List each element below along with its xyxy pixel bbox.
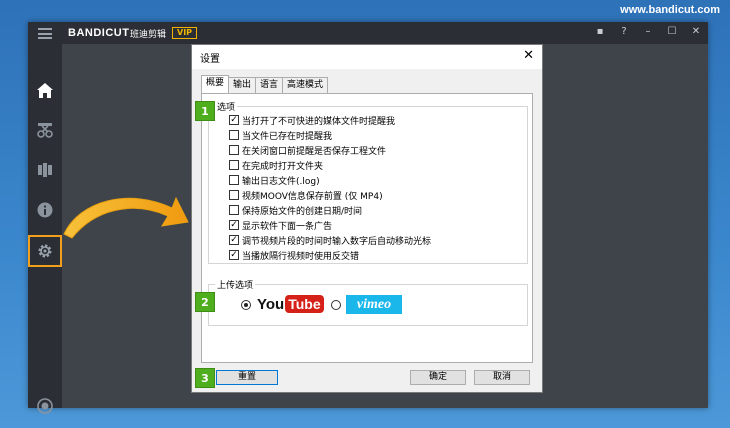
site-url: www.bandicut.com <box>620 4 720 16</box>
option-warn-save-project[interactable]: 在关闭窗口前提醒是否保存工程文件 <box>229 143 386 157</box>
step-badge-3: 3 <box>195 368 215 388</box>
option-warn-file-exists[interactable]: 当文件已存在时提醒我 <box>229 128 332 142</box>
folder-icon[interactable]: ▪ <box>594 26 606 38</box>
checkbox[interactable] <box>229 130 239 140</box>
window-controls: ▪ ? – ☐ ✕ <box>594 26 702 38</box>
app-logo: BANDICUT <box>68 27 130 39</box>
option-label: 在关闭窗口前提醒是否保存工程文件 <box>242 146 387 157</box>
title-bar: BANDICUT 班迪剪辑 VIP ▪ ? – ☐ ✕ <box>28 22 708 44</box>
reset-button[interactable]: 重置 <box>216 370 278 385</box>
option-label: 视频MOOV信息保存前置 (仅 MP4) <box>242 191 383 202</box>
sidebar-item-record[interactable] <box>28 390 62 422</box>
app-logo-cn: 班迪剪辑 <box>130 30 167 40</box>
option-label: 在完成时打开文件夹 <box>242 161 324 172</box>
sidebar-item-cut[interactable] <box>28 114 62 146</box>
options-group-label: 选项 <box>215 100 238 113</box>
tab-high-speed[interactable]: 高速模式 <box>282 77 329 93</box>
tab-general[interactable]: 概要 <box>201 75 230 93</box>
option-label: 保持原始文件的创建日期/时间 <box>242 206 363 217</box>
option-label: 调节视频片段的时间时输入数字后自动移动光标 <box>242 236 432 247</box>
option-label: 显示软件下面一条广告 <box>242 221 333 232</box>
cut-icon <box>37 123 53 138</box>
sidebar-item-home[interactable] <box>28 74 62 106</box>
option-auto-move-cursor[interactable]: ✓ 调节视频片段的时间时输入数字后自动移动光标 <box>229 233 431 247</box>
cancel-button[interactable]: 取消 <box>474 370 530 385</box>
dialog-title-bar <box>192 45 542 69</box>
option-moov-front[interactable]: 视频MOOV信息保存前置 (仅 MP4) <box>229 188 383 202</box>
youtube-radio[interactable] <box>241 300 251 310</box>
youtube-logo-you: You <box>257 295 285 313</box>
sidebar <box>28 44 62 414</box>
minimize-button[interactable]: – <box>642 26 654 38</box>
sidebar-item-join[interactable] <box>28 154 62 186</box>
vimeo-radio[interactable] <box>331 300 341 310</box>
vip-badge: VIP <box>172 27 198 39</box>
join-icon <box>38 163 52 177</box>
settings-tabs: 概要 输出 语言 高速模式 <box>201 75 329 93</box>
checkbox[interactable]: ✓ <box>229 250 239 260</box>
checkbox[interactable] <box>229 205 239 215</box>
tab-output[interactable]: 输出 <box>228 77 257 93</box>
options-group: 选项 ✓ 当打开了不可快进的媒体文件时提醒我 当文件已存在时提醒我 在关闭窗口前… <box>208 100 528 264</box>
checkbox[interactable] <box>229 175 239 185</box>
home-icon <box>37 82 53 98</box>
dialog-title: 设置 <box>200 54 220 65</box>
vimeo-logo[interactable]: vimeo <box>346 295 402 314</box>
option-log-file[interactable]: 输出日志文件(.log) <box>229 173 320 187</box>
maximize-button[interactable]: ☐ <box>666 26 678 38</box>
upload-group-label: 上传选项 <box>215 278 256 291</box>
youtube-logo-tube: Tube <box>285 295 324 313</box>
info-icon <box>37 202 53 218</box>
dialog-close-button[interactable]: ✕ <box>523 48 534 63</box>
menu-icon[interactable] <box>38 28 52 39</box>
option-show-ad[interactable]: ✓ 显示软件下面一条广告 <box>229 218 332 232</box>
tab-language[interactable]: 语言 <box>255 77 284 93</box>
checkbox[interactable]: ✓ <box>229 235 239 245</box>
checkbox[interactable]: ✓ <box>229 220 239 230</box>
option-keep-date[interactable]: 保持原始文件的创建日期/时间 <box>229 203 362 217</box>
option-label: 输出日志文件(.log) <box>242 176 320 187</box>
curved-arrow-icon <box>63 196 189 239</box>
checkbox[interactable] <box>229 190 239 200</box>
option-label: 当打开了不可快进的媒体文件时提醒我 <box>242 116 396 127</box>
option-label: 当文件已存在时提醒我 <box>242 131 333 142</box>
option-open-folder[interactable]: 在完成时打开文件夹 <box>229 158 323 172</box>
option-warn-unseekable[interactable]: ✓ 当打开了不可快进的媒体文件时提醒我 <box>229 113 395 127</box>
record-icon <box>37 398 53 414</box>
step-badge-1: 1 <box>195 101 215 121</box>
tab-panel-general: 选项 ✓ 当打开了不可快进的媒体文件时提醒我 当文件已存在时提醒我 在关闭窗口前… <box>201 93 533 363</box>
sidebar-item-settings[interactable] <box>28 235 62 267</box>
gear-icon <box>38 244 52 258</box>
checkbox[interactable]: ✓ <box>229 115 239 125</box>
step-badge-2: 2 <box>195 292 215 312</box>
help-button[interactable]: ? <box>618 26 630 38</box>
sidebar-item-info[interactable] <box>28 194 62 226</box>
option-label: 当播放隔行视频时使用反交错 <box>242 251 360 262</box>
option-deinterlace[interactable]: ✓ 当播放隔行视频时使用反交错 <box>229 248 359 262</box>
ok-button[interactable]: 确定 <box>410 370 466 385</box>
close-button[interactable]: ✕ <box>690 26 702 38</box>
youtube-logo[interactable]: You Tube <box>257 295 324 313</box>
settings-dialog: 设置 ✕ 概要 输出 语言 高速模式 选项 ✓ 当打开了不可快进的媒体文件时提醒… <box>191 44 543 393</box>
checkbox[interactable] <box>229 160 239 170</box>
checkbox[interactable] <box>229 145 239 155</box>
upload-group: 上传选项 You Tube vimeo <box>208 278 528 326</box>
